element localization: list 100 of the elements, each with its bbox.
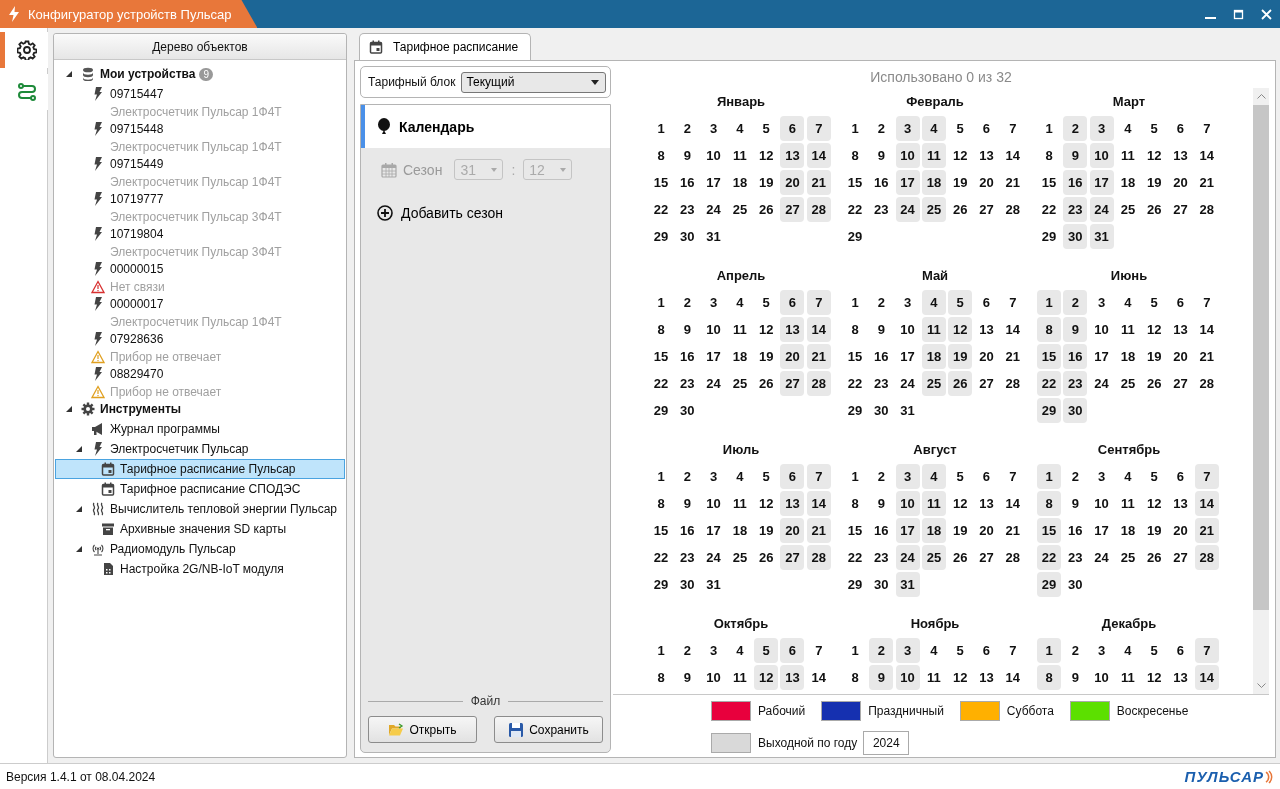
calendar-day[interactable]: 25 [921, 197, 946, 222]
calendar-day[interactable]: 17 [895, 518, 920, 543]
calendar-day[interactable]: 19 [754, 518, 779, 543]
calendar-day[interactable]: 7 [806, 116, 831, 141]
calendar-day[interactable]: 6 [974, 638, 999, 663]
calendar-day[interactable]: 9 [869, 317, 894, 342]
calendar-day[interactable]: 23 [1063, 545, 1088, 570]
calendar-day[interactable]: 12 [948, 491, 973, 516]
calendar-day[interactable]: 10 [701, 143, 726, 168]
calendar-day[interactable]: 15 [649, 344, 673, 369]
calendar-day[interactable]: 9 [1063, 317, 1088, 342]
calendar-day[interactable]: 12 [754, 491, 779, 516]
calendar-day[interactable]: 30 [1063, 398, 1088, 423]
calendar-day[interactable]: 10 [1089, 665, 1114, 690]
calendar-day[interactable]: 29 [649, 224, 673, 249]
calendar-day[interactable]: 8 [1037, 491, 1061, 516]
scroll-thumb[interactable] [1253, 105, 1269, 610]
tree-item[interactable]: Архивные значения SD карты [55, 519, 345, 539]
tree-item[interactable]: Тарифное расписание Пульсар [55, 459, 345, 479]
calendar-day[interactable]: 7 [1000, 116, 1025, 141]
calendar-day[interactable]: 2 [675, 116, 700, 141]
calendar-day[interactable]: 1 [1037, 290, 1061, 315]
calendar-day[interactable]: 10 [895, 665, 920, 690]
calendar-day[interactable]: 1 [649, 290, 673, 315]
calendar-day[interactable]: 12 [1142, 317, 1167, 342]
calendar-day[interactable]: 3 [1089, 116, 1114, 141]
calendar-day[interactable]: 2 [1063, 464, 1088, 489]
calendar-day[interactable]: 18 [921, 344, 946, 369]
tree-item[interactable]: 00000015 [55, 259, 345, 279]
calendar-day[interactable]: 25 [727, 197, 752, 222]
calendar-day[interactable]: 4 [1115, 638, 1140, 663]
calendar-day[interactable]: 16 [1063, 344, 1088, 369]
calendar-day[interactable]: 22 [843, 197, 867, 222]
calendar-day[interactable]: 10 [701, 317, 726, 342]
calendar-day[interactable]: 25 [1115, 545, 1140, 570]
calendar-day[interactable]: 14 [806, 317, 831, 342]
calendar-day[interactable]: 6 [974, 464, 999, 489]
calendar-day[interactable]: 29 [649, 398, 673, 423]
calendar-day[interactable]: 9 [1063, 491, 1088, 516]
calendar-day[interactable]: 9 [1063, 143, 1088, 168]
tree-item[interactable]: 09715448 [55, 119, 345, 139]
calendar-day[interactable]: 17 [1089, 518, 1114, 543]
tree-item[interactable]: 10719777 [55, 189, 345, 209]
calendar-day[interactable]: 29 [1037, 224, 1061, 249]
calendar-day[interactable]: 7 [1000, 290, 1025, 315]
calendar-day[interactable]: 25 [727, 545, 752, 570]
calendar-day[interactable]: 11 [1115, 491, 1140, 516]
calendar-day[interactable]: 24 [1089, 371, 1114, 396]
calendar-day[interactable]: 4 [921, 116, 946, 141]
calendar-day[interactable]: 16 [1063, 518, 1088, 543]
tree-item[interactable]: Вычислитель тепловой энергии Пульсар [55, 499, 345, 519]
calendar-day[interactable]: 21 [1194, 344, 1219, 369]
calendar-day[interactable]: 27 [1168, 197, 1193, 222]
calendar-day[interactable]: 24 [701, 197, 726, 222]
calendar-day[interactable]: 26 [1142, 545, 1167, 570]
nav-item[interactable]: Добавить сезон [361, 191, 610, 234]
calendar-day[interactable]: 2 [869, 290, 894, 315]
color-swatch[interactable] [1069, 701, 1110, 721]
calendar-day[interactable]: 14 [1194, 491, 1219, 516]
calendar-day[interactable]: 5 [754, 464, 779, 489]
calendar-day[interactable]: 13 [780, 143, 805, 168]
calendar-day[interactable]: 28 [1194, 545, 1219, 570]
calendar-day[interactable]: 13 [974, 317, 999, 342]
calendar-day[interactable]: 23 [675, 545, 700, 570]
color-swatch[interactable] [959, 701, 1000, 721]
calendar-day[interactable]: 24 [895, 545, 920, 570]
calendar-day[interactable]: 9 [675, 491, 700, 516]
calendar-day[interactable]: 8 [843, 491, 867, 516]
calendar-day[interactable]: 26 [948, 371, 973, 396]
calendar-day[interactable]: 30 [1063, 224, 1088, 249]
calendar-day[interactable]: 25 [1115, 371, 1140, 396]
calendar-day[interactable]: 22 [649, 545, 673, 570]
calendar-day[interactable]: 18 [727, 518, 752, 543]
calendar-day[interactable]: 29 [1037, 572, 1061, 597]
calendar-day[interactable]: 21 [806, 518, 831, 543]
calendar-day[interactable]: 26 [948, 545, 973, 570]
expanded-arrow-icon[interactable] [65, 405, 73, 413]
calendar-day[interactable]: 21 [1000, 170, 1025, 195]
calendar-day[interactable]: 4 [1115, 116, 1140, 141]
calendar-day[interactable]: 27 [974, 197, 999, 222]
calendar-day[interactable]: 1 [843, 290, 867, 315]
calendar-day[interactable]: 3 [895, 116, 920, 141]
calendar-day[interactable]: 19 [1142, 518, 1167, 543]
calendar-day[interactable]: 5 [754, 638, 779, 663]
calendar-day[interactable]: 16 [869, 170, 894, 195]
calendar-day[interactable]: 29 [649, 572, 673, 597]
calendar-day[interactable]: 23 [1063, 371, 1088, 396]
calendar-day[interactable]: 14 [806, 491, 831, 516]
calendar-day[interactable]: 12 [754, 665, 779, 690]
color-swatch[interactable] [821, 701, 862, 721]
calendar-day[interactable]: 19 [948, 344, 973, 369]
calendar-day[interactable]: 15 [649, 518, 673, 543]
calendar-day[interactable]: 6 [780, 638, 805, 663]
tree-item[interactable]: Радиомодуль Пульсар [55, 539, 345, 559]
calendar-day[interactable]: 21 [1194, 518, 1219, 543]
calendar-day[interactable]: 8 [1037, 317, 1061, 342]
calendar-day[interactable]: 14 [806, 665, 831, 690]
calendar-day[interactable]: 3 [1089, 290, 1114, 315]
calendar-day[interactable]: 10 [701, 665, 726, 690]
tab[interactable]: Тарифное расписание [359, 33, 532, 60]
